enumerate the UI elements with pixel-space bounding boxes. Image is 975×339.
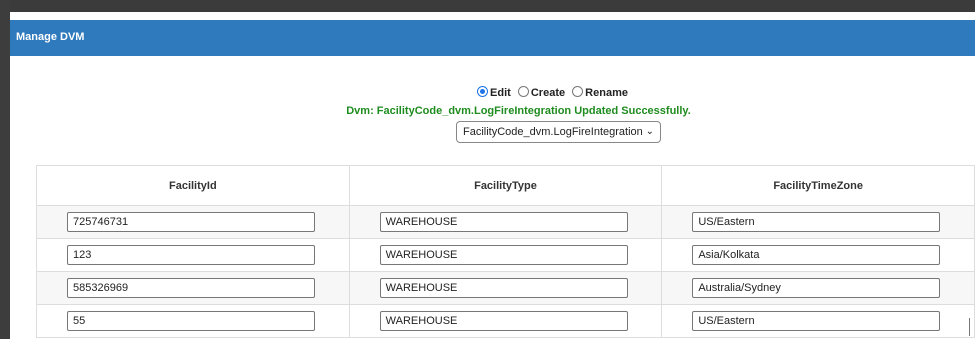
facilitytimezone-input[interactable]: Australia/Sydney xyxy=(692,278,941,298)
table-cell: US/Eastern xyxy=(661,304,975,338)
facilityid-input[interactable]: 725746731 xyxy=(67,212,315,232)
facilityid-input[interactable]: 123 xyxy=(67,245,315,265)
facilityid-input[interactable]: 55 xyxy=(67,311,315,331)
dvm-select[interactable]: FacilityCode_dvm.LogFireIntegration ⌄ xyxy=(456,121,661,143)
dvm-select-value: FacilityCode_dvm.LogFireIntegration xyxy=(463,126,643,138)
table-cell: WAREHOUSE xyxy=(348,304,663,338)
facilitytimezone-input[interactable]: Asia/Kolkata xyxy=(692,245,941,265)
table-cell: WAREHOUSE xyxy=(348,238,663,272)
table-row: 585326969 WAREHOUSE Australia/Sydney xyxy=(36,271,975,305)
table-cell: WAREHOUSE xyxy=(348,205,663,239)
facilityid-input[interactable]: 585326969 xyxy=(67,278,315,298)
table-row: 123 WAREHOUSE Asia/Kolkata xyxy=(36,238,975,272)
page-header: Manage DVM xyxy=(10,20,975,56)
radio-create[interactable]: Create xyxy=(514,86,565,99)
radio-unselected-icon[interactable] xyxy=(572,86,584,97)
radio-create-label[interactable]: Create xyxy=(531,87,565,99)
table-cell: US/Eastern xyxy=(661,205,975,239)
table-row: 55 WAREHOUSE US/Eastern xyxy=(36,304,975,338)
table-cell: Asia/Kolkata xyxy=(661,238,975,272)
column-header-facilitytype: FacilityType xyxy=(348,165,663,206)
status-message: Dvm: FacilityCode_dvm.LogFireIntegration… xyxy=(346,105,691,117)
radio-unselected-icon[interactable] xyxy=(517,86,529,97)
facilitytype-input[interactable]: WAREHOUSE xyxy=(379,212,628,232)
facilitytype-input[interactable]: WAREHOUSE xyxy=(379,311,628,331)
facilitytype-input[interactable]: WAREHOUSE xyxy=(379,278,628,298)
radio-rename[interactable]: Rename xyxy=(568,86,628,99)
chevron-down-icon: ⌄ xyxy=(645,126,654,137)
page-title: Manage DVM xyxy=(16,31,85,43)
table-cell: Australia/Sydney xyxy=(661,271,975,305)
table-row: 725746731 WAREHOUSE US/Eastern xyxy=(36,205,975,239)
table-cell: WAREHOUSE xyxy=(348,271,663,305)
table-header-row: FacilityId FacilityType FacilityTimeZone xyxy=(36,165,975,206)
table-cell: 55 xyxy=(36,304,350,338)
radio-rename-label[interactable]: Rename xyxy=(585,87,628,99)
radio-edit[interactable]: Edit xyxy=(473,86,511,99)
facilitytype-input[interactable]: WAREHOUSE xyxy=(379,245,628,265)
facility-table: FacilityId FacilityType FacilityTimeZone… xyxy=(36,165,975,338)
radio-selected-icon[interactable] xyxy=(477,86,489,97)
scrollbar[interactable] xyxy=(969,318,970,336)
radio-edit-label[interactable]: Edit xyxy=(490,87,511,99)
facilitytimezone-input[interactable]: US/Eastern xyxy=(692,311,941,331)
column-header-facilitytimezone: FacilityTimeZone xyxy=(661,165,975,206)
column-header-facilityid: FacilityId xyxy=(36,165,350,206)
mode-radio-group: Edit Create Rename xyxy=(68,86,975,99)
facilitytimezone-input[interactable]: US/Eastern xyxy=(692,212,941,232)
table-cell: 725746731 xyxy=(36,205,350,239)
table-cell: 585326969 xyxy=(36,271,350,305)
frame-left-border xyxy=(0,0,10,339)
table-cell: 123 xyxy=(36,238,350,272)
